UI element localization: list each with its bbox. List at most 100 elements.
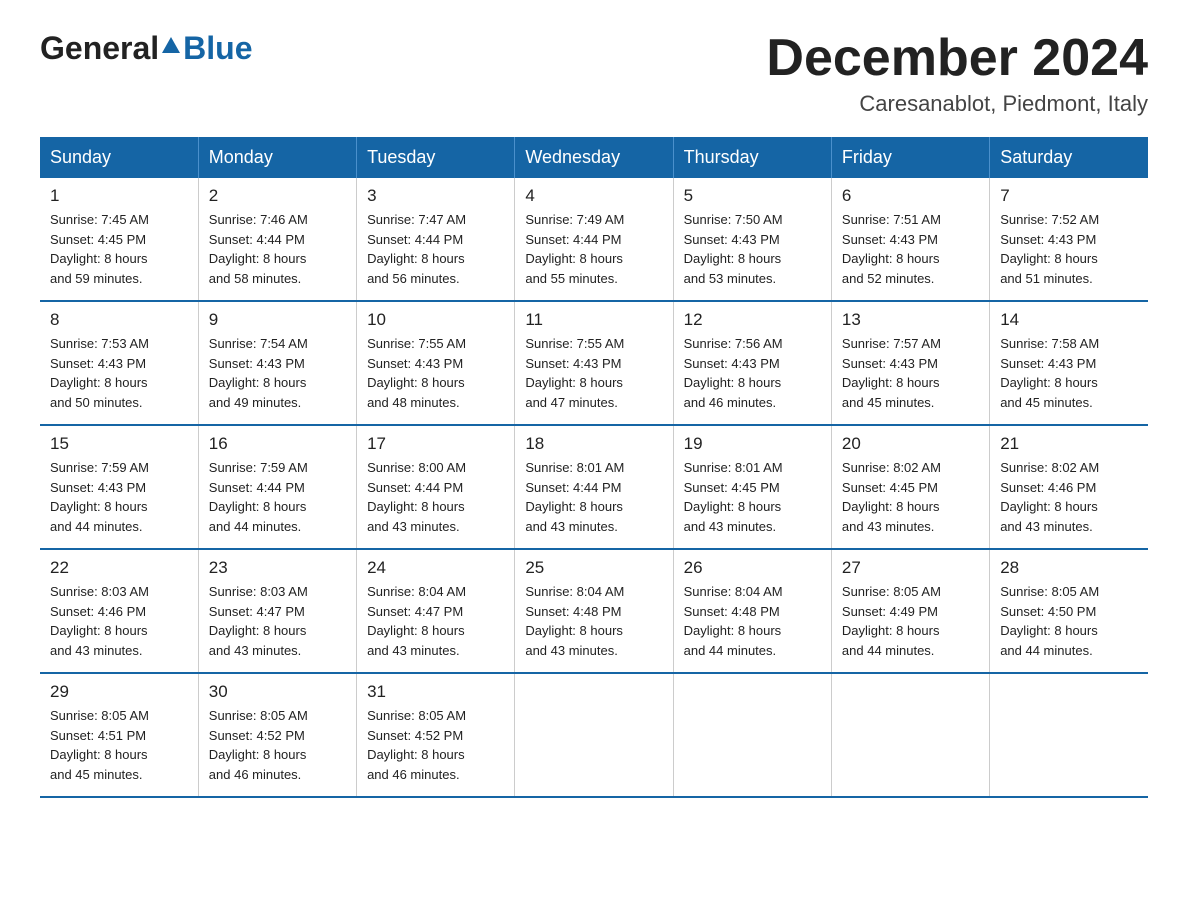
calendar-cell: 17 Sunrise: 8:00 AMSunset: 4:44 PMDayligh…: [357, 425, 515, 549]
day-number: 5: [684, 186, 821, 206]
day-number: 13: [842, 310, 979, 330]
day-info: Sunrise: 8:04 AMSunset: 4:47 PMDaylight:…: [367, 582, 504, 660]
calendar-cell: 5 Sunrise: 7:50 AMSunset: 4:43 PMDaylight…: [673, 178, 831, 301]
day-info: Sunrise: 7:52 AMSunset: 4:43 PMDaylight:…: [1000, 210, 1138, 288]
day-number: 17: [367, 434, 504, 454]
day-info: Sunrise: 7:57 AMSunset: 4:43 PMDaylight:…: [842, 334, 979, 412]
day-number: 11: [525, 310, 662, 330]
col-monday: Monday: [198, 137, 356, 178]
day-number: 21: [1000, 434, 1138, 454]
day-number: 24: [367, 558, 504, 578]
week-row-3: 15 Sunrise: 7:59 AMSunset: 4:43 PMDayligh…: [40, 425, 1148, 549]
calendar-cell: 14Sunrise: 7:58 AMSunset: 4:43 PMDayligh…: [990, 301, 1148, 425]
logo-row: General Blue: [40, 30, 253, 67]
day-info: Sunrise: 8:05 AMSunset: 4:52 PMDaylight:…: [367, 706, 504, 784]
calendar-cell: 1 Sunrise: 7:45 AMSunset: 4:45 PMDaylight…: [40, 178, 198, 301]
calendar-cell: 9 Sunrise: 7:54 AMSunset: 4:43 PMDaylight…: [198, 301, 356, 425]
header-row: Sunday Monday Tuesday Wednesday Thursday…: [40, 137, 1148, 178]
day-number: 7: [1000, 186, 1138, 206]
col-tuesday: Tuesday: [357, 137, 515, 178]
month-title: December 2024: [766, 30, 1148, 87]
calendar-cell: 4Sunrise: 7:49 AMSunset: 4:44 PMDaylight…: [515, 178, 673, 301]
day-info: Sunrise: 8:04 AMSunset: 4:48 PMDaylight:…: [525, 582, 662, 660]
day-info: Sunrise: 7:53 AMSunset: 4:43 PMDaylight:…: [50, 334, 188, 412]
calendar-cell: 29Sunrise: 8:05 AMSunset: 4:51 PMDayligh…: [40, 673, 198, 797]
day-info: Sunrise: 7:55 AMSunset: 4:43 PMDaylight:…: [367, 334, 504, 412]
title-block: December 2024 Caresanablot, Piedmont, It…: [766, 30, 1148, 117]
week-row-4: 22 Sunrise: 8:03 AMSunset: 4:46 PMDayligh…: [40, 549, 1148, 673]
day-info: Sunrise: 7:54 AMSunset: 4:43 PMDaylight:…: [209, 334, 346, 412]
calendar-cell: 8 Sunrise: 7:53 AMSunset: 4:43 PMDaylight…: [40, 301, 198, 425]
day-number: 27: [842, 558, 979, 578]
calendar-cell: 27 Sunrise: 8:05 AMSunset: 4:49 PMDayligh…: [831, 549, 989, 673]
day-number: 6: [842, 186, 979, 206]
week-row-2: 8 Sunrise: 7:53 AMSunset: 4:43 PMDaylight…: [40, 301, 1148, 425]
calendar-cell: [673, 673, 831, 797]
logo-triangle-icon: [162, 37, 180, 53]
calendar-cell: 24 Sunrise: 8:04 AMSunset: 4:47 PMDayligh…: [357, 549, 515, 673]
day-info: Sunrise: 8:03 AMSunset: 4:46 PMDaylight:…: [50, 582, 188, 660]
calendar-cell: 11 Sunrise: 7:55 AMSunset: 4:43 PMDayligh…: [515, 301, 673, 425]
day-number: 19: [684, 434, 821, 454]
day-info: Sunrise: 8:02 AMSunset: 4:45 PMDaylight:…: [842, 458, 979, 536]
day-info: Sunrise: 8:05 AMSunset: 4:49 PMDaylight:…: [842, 582, 979, 660]
logo-blue: Blue: [183, 30, 252, 67]
calendar-cell: 31Sunrise: 8:05 AMSunset: 4:52 PMDayligh…: [357, 673, 515, 797]
day-number: 18: [525, 434, 662, 454]
day-info: Sunrise: 7:55 AMSunset: 4:43 PMDaylight:…: [525, 334, 662, 412]
location: Caresanablot, Piedmont, Italy: [766, 91, 1148, 117]
day-number: 30: [209, 682, 346, 702]
col-wednesday: Wednesday: [515, 137, 673, 178]
calendar-cell: 26 Sunrise: 8:04 AMSunset: 4:48 PMDayligh…: [673, 549, 831, 673]
day-number: 20: [842, 434, 979, 454]
day-number: 14: [1000, 310, 1138, 330]
day-info: Sunrise: 7:45 AMSunset: 4:45 PMDaylight:…: [50, 210, 188, 288]
day-info: Sunrise: 7:47 AMSunset: 4:44 PMDaylight:…: [367, 210, 504, 288]
week-row-5: 29Sunrise: 8:05 AMSunset: 4:51 PMDayligh…: [40, 673, 1148, 797]
calendar-cell: 3Sunrise: 7:47 AMSunset: 4:44 PMDaylight…: [357, 178, 515, 301]
calendar-cell: 13 Sunrise: 7:57 AMSunset: 4:43 PMDayligh…: [831, 301, 989, 425]
calendar-cell: 10Sunrise: 7:55 AMSunset: 4:43 PMDayligh…: [357, 301, 515, 425]
calendar-cell: 2 Sunrise: 7:46 AMSunset: 4:44 PMDaylight…: [198, 178, 356, 301]
day-info: Sunrise: 8:00 AMSunset: 4:44 PMDaylight:…: [367, 458, 504, 536]
calendar-cell: [831, 673, 989, 797]
day-number: 16: [209, 434, 346, 454]
day-number: 25: [525, 558, 662, 578]
logo-general: General: [40, 30, 159, 67]
day-info: Sunrise: 7:59 AMSunset: 4:44 PMDaylight:…: [209, 458, 346, 536]
day-info: Sunrise: 8:03 AMSunset: 4:47 PMDaylight:…: [209, 582, 346, 660]
day-info: Sunrise: 7:59 AMSunset: 4:43 PMDaylight:…: [50, 458, 188, 536]
day-info: Sunrise: 8:04 AMSunset: 4:48 PMDaylight:…: [684, 582, 821, 660]
col-saturday: Saturday: [990, 137, 1148, 178]
logo: General Blue: [40, 30, 253, 67]
header: General Blue December 2024 Caresanablot,…: [40, 30, 1148, 117]
day-number: 8: [50, 310, 188, 330]
col-friday: Friday: [831, 137, 989, 178]
day-info: Sunrise: 8:05 AMSunset: 4:52 PMDaylight:…: [209, 706, 346, 784]
calendar-cell: 28Sunrise: 8:05 AMSunset: 4:50 PMDayligh…: [990, 549, 1148, 673]
calendar-cell: 21 Sunrise: 8:02 AMSunset: 4:46 PMDayligh…: [990, 425, 1148, 549]
calendar-cell: 30 Sunrise: 8:05 AMSunset: 4:52 PMDayligh…: [198, 673, 356, 797]
calendar-cell: 16 Sunrise: 7:59 AMSunset: 4:44 PMDayligh…: [198, 425, 356, 549]
day-number: 15: [50, 434, 188, 454]
day-info: Sunrise: 8:01 AMSunset: 4:45 PMDaylight:…: [684, 458, 821, 536]
day-info: Sunrise: 7:56 AMSunset: 4:43 PMDaylight:…: [684, 334, 821, 412]
calendar-table: Sunday Monday Tuesday Wednesday Thursday…: [40, 137, 1148, 798]
day-number: 22: [50, 558, 188, 578]
day-number: 26: [684, 558, 821, 578]
day-number: 29: [50, 682, 188, 702]
calendar-cell: 20 Sunrise: 8:02 AMSunset: 4:45 PMDayligh…: [831, 425, 989, 549]
day-number: 1: [50, 186, 188, 206]
day-number: 2: [209, 186, 346, 206]
calendar-cell: 15 Sunrise: 7:59 AMSunset: 4:43 PMDayligh…: [40, 425, 198, 549]
day-number: 4: [525, 186, 662, 206]
day-number: 23: [209, 558, 346, 578]
calendar-cell: 19 Sunrise: 8:01 AMSunset: 4:45 PMDayligh…: [673, 425, 831, 549]
calendar-cell: 6Sunrise: 7:51 AMSunset: 4:43 PMDaylight…: [831, 178, 989, 301]
day-info: Sunrise: 8:02 AMSunset: 4:46 PMDaylight:…: [1000, 458, 1138, 536]
calendar-cell: [515, 673, 673, 797]
day-info: Sunrise: 7:50 AMSunset: 4:43 PMDaylight:…: [684, 210, 821, 288]
calendar-cell: 22 Sunrise: 8:03 AMSunset: 4:46 PMDayligh…: [40, 549, 198, 673]
day-info: Sunrise: 7:46 AMSunset: 4:44 PMDaylight:…: [209, 210, 346, 288]
day-number: 9: [209, 310, 346, 330]
